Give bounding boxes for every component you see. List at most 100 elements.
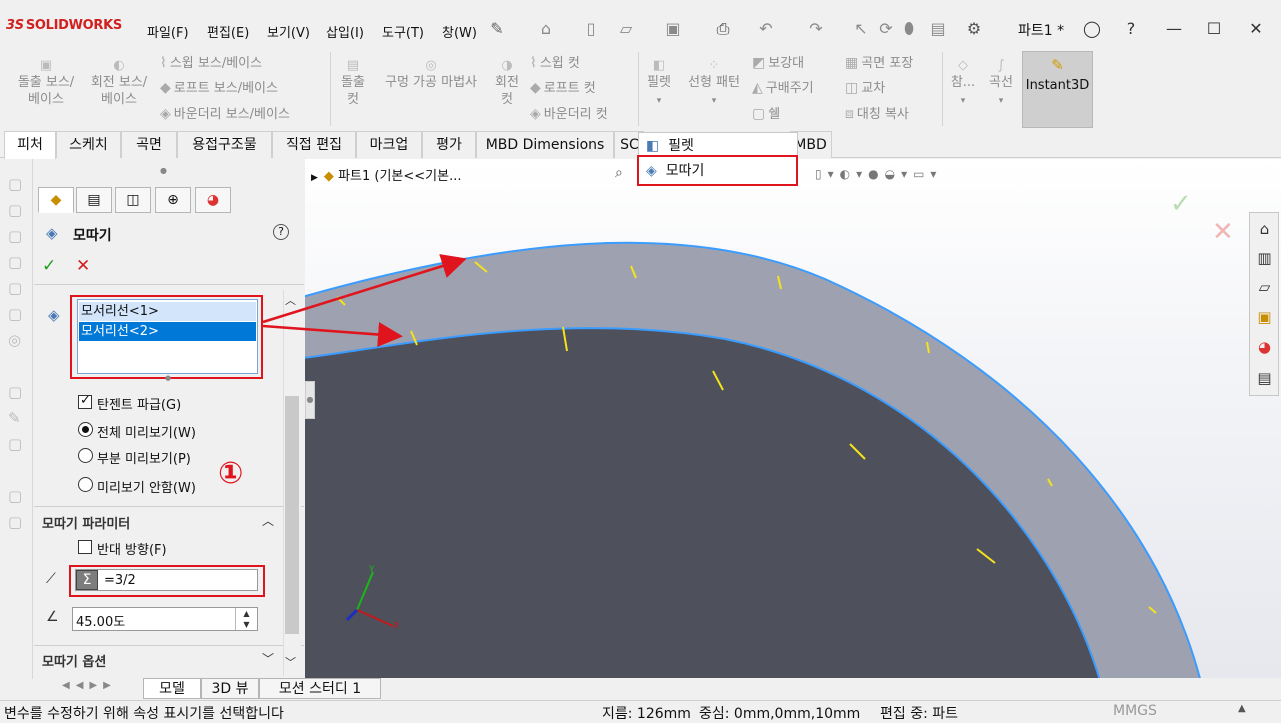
- help-icon[interactable]: ?: [273, 224, 289, 240]
- draft-button[interactable]: ◭ 구배주기: [752, 80, 814, 97]
- tab-feature-manager[interactable]: ◆: [38, 187, 74, 213]
- feature-icons[interactable]: ▢ ▢ ▢ ▢ ▢ ▢ ◎ ▢ ✎ ▢ ▢ ▢: [0, 171, 32, 535]
- tab-features[interactable]: 피처: [4, 131, 56, 159]
- tab-direct-editing[interactable]: 직접 편집: [272, 131, 356, 158]
- user-icon[interactable]: ◯: [1081, 18, 1103, 40]
- tab-mbd-dimensions[interactable]: MBD Dimensions: [476, 131, 614, 158]
- units-menu-icon[interactable]: ▲: [1238, 703, 1246, 714]
- scroll-down-icon[interactable]: ﹀: [285, 654, 296, 670]
- angle-spinner[interactable]: ▲ ▼: [235, 608, 257, 630]
- print-icon[interactable]: ⎙: [712, 18, 734, 40]
- tangent-propagation-checkbox[interactable]: ✓: [78, 393, 92, 409]
- ok-button[interactable]: ✓: [42, 256, 56, 276]
- scroll-thumb[interactable]: [285, 396, 299, 634]
- custom-properties-icon[interactable]: ▤: [1253, 366, 1276, 390]
- undo-icon[interactable]: ↶: [755, 18, 777, 40]
- zoom-icon[interactable]: ⌕: [615, 165, 623, 181]
- dropdown-item-fillet[interactable]: ◧ 필렛: [646, 135, 694, 155]
- units-indicator[interactable]: MMGS: [1113, 703, 1157, 719]
- file-properties-icon[interactable]: ▤: [927, 18, 949, 40]
- view-palette-icon[interactable]: ▣: [1253, 305, 1276, 329]
- sweep-cut-button[interactable]: ⌇ 스윕 컷: [530, 55, 580, 72]
- tab-model[interactable]: 모델: [143, 678, 201, 699]
- select-icon[interactable]: ↖: [850, 18, 872, 40]
- tree-root[interactable]: ▶ ◆ 파트1 (기본<<기본...: [311, 165, 461, 184]
- curves-button[interactable]: ∫ 곡선 ▾: [984, 57, 1018, 110]
- radio-no-preview[interactable]: [78, 477, 93, 492]
- save-icon[interactable]: ▣: [662, 18, 684, 40]
- mirror-button[interactable]: ⧈ 대칭 복사: [845, 106, 909, 123]
- expand-arrow-icon[interactable]: ▶: [311, 173, 318, 183]
- linear-pattern-button[interactable]: ⁘ 선형 패턴 ▾: [682, 57, 746, 110]
- loft-boss-button[interactable]: ◆ 로프트 보스/베이스: [160, 80, 278, 97]
- tab-property-manager[interactable]: ▤: [76, 187, 112, 213]
- scroll-up-icon[interactable]: ︿: [285, 292, 296, 308]
- minimize-icon[interactable]: —: [1163, 18, 1185, 40]
- tab-display-manager[interactable]: ◕: [195, 187, 231, 213]
- divider: [34, 506, 304, 507]
- revolve-boss-button[interactable]: ◐ 회전 보스/ 베이스: [85, 57, 153, 108]
- part-model[interactable]: [305, 159, 1281, 679]
- home-icon[interactable]: ⌂: [535, 18, 557, 40]
- open-icon[interactable]: ▱: [615, 18, 637, 40]
- intersect-button[interactable]: ◫ 교차: [845, 80, 885, 97]
- menu-edit[interactable]: 편집(E): [207, 22, 249, 41]
- boundary-cut-button[interactable]: ◈ 바운더리 컷: [530, 106, 608, 123]
- menu-window[interactable]: 창(W): [442, 22, 477, 41]
- panel-collapse-handle[interactable]: ●: [305, 381, 315, 419]
- pin-icon[interactable]: ✎: [486, 18, 508, 40]
- boundary-boss-button[interactable]: ◈ 바운더리 보스/베이스: [160, 106, 290, 123]
- close-icon[interactable]: ✕: [1245, 18, 1267, 40]
- help-icon[interactable]: ?: [1120, 18, 1142, 40]
- tab-markup[interactable]: 마크업: [356, 131, 422, 158]
- list-resize-dot[interactable]: ●: [165, 374, 171, 382]
- menu-tools[interactable]: 도구(T): [382, 22, 424, 41]
- home-icon[interactable]: ⌂: [1253, 217, 1276, 241]
- rib-button[interactable]: ◩ 보강대: [752, 55, 804, 72]
- traffic-light-icon[interactable]: ⬮: [898, 18, 920, 40]
- shell-button[interactable]: ▢ 쉘: [752, 106, 780, 123]
- loft-cut-button[interactable]: ◆ 로프트 컷: [530, 80, 596, 97]
- tab-motion-study[interactable]: 모션 스터디 1: [259, 678, 381, 699]
- fillet-button[interactable]: ◧ 필렛 ▾: [642, 57, 676, 110]
- extrude-cut-button[interactable]: ▤ 돌출 컷: [336, 57, 370, 108]
- tab-evaluate[interactable]: 평가: [422, 131, 476, 158]
- revolve-cut-button[interactable]: ◑ 회전 컷: [490, 57, 524, 108]
- menu-view[interactable]: 보기(V): [267, 22, 310, 41]
- maximize-icon[interactable]: ☐: [1203, 18, 1225, 40]
- gear-icon[interactable]: ⚙: [963, 18, 985, 40]
- extrude-boss-button[interactable]: ▣ 돌출 보스/ 베이스: [12, 57, 80, 108]
- rebuild-icon[interactable]: ⟳: [875, 18, 897, 40]
- angle-value: 45.00도: [76, 615, 126, 630]
- hole-wizard-button[interactable]: ◎ 구멍 가공 마법사: [376, 57, 486, 91]
- sweep-boss-button[interactable]: ⌇ 스윕 보스/베이스: [160, 55, 262, 72]
- expand-options-icon[interactable]: ﹀: [262, 650, 274, 667]
- wrap-button[interactable]: ▦ 곡면 포장: [845, 55, 913, 72]
- file-explorer-icon[interactable]: ▱: [1253, 275, 1276, 299]
- tab-configuration-manager[interactable]: ◫: [115, 187, 151, 213]
- instant3d-button[interactable]: ✎ Instant3D: [1022, 51, 1093, 128]
- redo-icon[interactable]: ↷: [805, 18, 827, 40]
- view-toolbar[interactable]: ▯▾◐▾●◒▾▭▾: [815, 167, 942, 181]
- confirm-ok-icon[interactable]: ✓: [1170, 189, 1192, 219]
- splitter-dot[interactable]: ●: [160, 166, 167, 175]
- tab-3d-view[interactable]: 3D 뷰: [201, 678, 259, 699]
- appearances-icon[interactable]: ◕: [1253, 335, 1276, 359]
- new-document-icon[interactable]: ▯: [580, 18, 602, 40]
- collapse-params-icon[interactable]: ︿: [262, 512, 274, 529]
- reference-geometry-button[interactable]: ◇ 참... ▾: [946, 57, 980, 110]
- menu-file[interactable]: 파일(F): [147, 22, 189, 41]
- menu-insert[interactable]: 삽입(I): [326, 22, 364, 41]
- radio-partial-preview[interactable]: [78, 448, 93, 463]
- tab-weldments[interactable]: 용접구조물: [177, 131, 272, 158]
- graphics-area[interactable]: ▶◆ 파트1 (기본<<기본... ⌕ ▯▾◐▾●◒▾▭▾ ◧◨❐✕ ✓ ✕ ●…: [305, 159, 1281, 679]
- cancel-button[interactable]: ✕: [76, 256, 90, 276]
- radio-full-preview[interactable]: [78, 422, 93, 437]
- confirm-cancel-icon[interactable]: ✕: [1212, 217, 1234, 247]
- tab-sketch[interactable]: 스케치: [56, 131, 121, 158]
- tab-scroll-arrows[interactable]: ◀◀▶▶: [62, 680, 117, 691]
- tab-dimxpert-manager[interactable]: ⊕: [155, 187, 191, 213]
- tab-surfaces[interactable]: 곡면: [121, 131, 177, 158]
- reverse-direction-checkbox[interactable]: [78, 540, 92, 554]
- design-library-icon[interactable]: ▥: [1253, 246, 1276, 270]
